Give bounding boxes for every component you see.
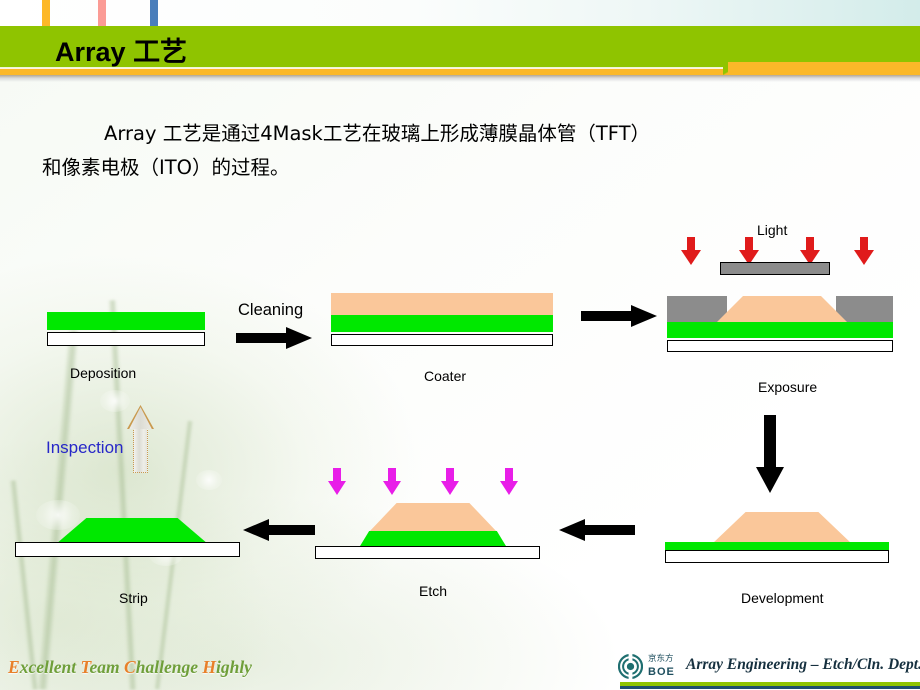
etch-photoresist-trapezoid [368, 503, 498, 533]
arrow-coater-to-exposure [581, 305, 657, 327]
exposure-gray-left [667, 296, 727, 322]
inspection-arrow-head [127, 405, 154, 429]
step-label-exposure: Exposure [758, 379, 818, 395]
annotation-light: Light [757, 222, 788, 238]
light-arrow-4 [854, 237, 874, 265]
inspection-arrow [127, 405, 154, 473]
inspection-arrow-shaft [133, 427, 148, 473]
step-label-deposition: Deposition [70, 365, 137, 381]
light-arrow-1 [681, 237, 701, 265]
boe-logo-abbr: BOE [648, 666, 675, 678]
step-label-etch: Etch [419, 583, 448, 599]
step-label-development: Development [741, 590, 824, 606]
coater-photoresist-layer [331, 293, 553, 315]
arrow-development-to-etch [559, 519, 635, 541]
etch-substrate [315, 546, 540, 559]
annotation-inspection: Inspection [46, 438, 124, 457]
development-photoresist-trapezoid [712, 512, 852, 544]
footer-dept-text: Array Engineering – Etch/Cln. Dept. [686, 656, 920, 673]
process-flow-diagram: Deposition Cleaning Coater Light Exposur… [0, 0, 920, 690]
photomask [720, 262, 830, 275]
footer-rule-blue [620, 686, 920, 689]
development-substrate [665, 550, 889, 563]
strip-green-trapezoid [56, 518, 208, 544]
arrow-etch-to-strip [243, 519, 315, 541]
boe-logo-chinese: 京东方 [648, 654, 674, 664]
etch-arrow-2 [383, 468, 401, 495]
etch-arrow-1 [328, 468, 346, 495]
light-arrow-2 [739, 237, 759, 265]
boe-logo-icon [617, 653, 644, 680]
exposure-green-layer [667, 322, 893, 338]
step-label-coater: Coater [424, 368, 467, 384]
footer-tagline: Excellent Team Challenge Highly [8, 657, 252, 677]
step-label-strip: Strip [119, 590, 148, 606]
arrow-exposure-to-development [756, 415, 784, 493]
annotation-cleaning: Cleaning [238, 301, 304, 319]
etch-arrow-4 [500, 468, 518, 495]
exposure-substrate [667, 340, 893, 352]
exposure-photoresist-trapezoid [717, 296, 847, 322]
light-arrow-3 [800, 237, 820, 265]
coater-substrate [331, 334, 553, 346]
deposition-substrate [47, 332, 205, 346]
etch-arrow-3 [441, 468, 459, 495]
strip-substrate [15, 542, 240, 557]
arrow-cleaning [236, 327, 312, 349]
exposure-gray-right [836, 296, 893, 322]
deposition-green-layer [47, 312, 205, 330]
slide-background: Array 工艺 Array 工艺是通过4Mask工艺在玻璃上形成薄膜晶体管（T… [0, 0, 920, 690]
coater-green-layer [331, 315, 553, 332]
